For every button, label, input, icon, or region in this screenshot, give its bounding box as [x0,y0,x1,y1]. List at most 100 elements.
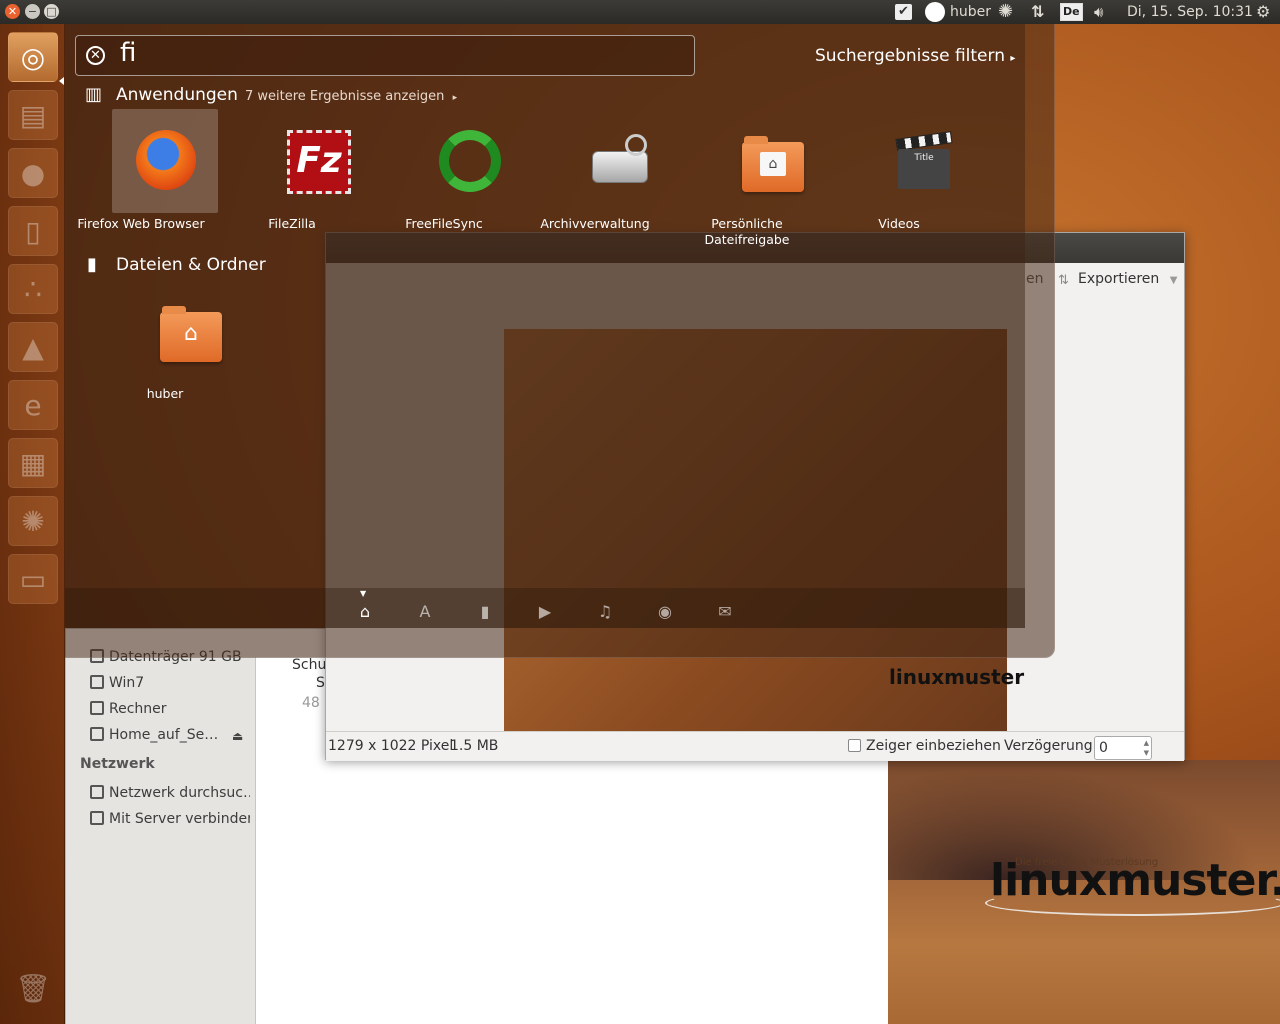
user-avatar-icon[interactable] [925,2,945,22]
launcher-shutter[interactable]: ✺ [8,496,58,546]
videos-icon: Title [895,131,953,189]
launcher-trash[interactable]: 🗑︎ [8,964,58,1014]
update-indicator-icon[interactable]: ✺ [998,0,1013,24]
music-lens-icon[interactable]: ♫ [595,602,615,622]
file-cabinet-icon: ▤ [19,99,47,132]
launcher-app-grid[interactable]: ∴ [8,264,58,314]
firefox-icon: ● [20,157,46,190]
launcher-writer[interactable]: ▦ [8,438,58,488]
sidebar-item-home-share[interactable]: Home_auf_Se… [90,727,225,743]
photo-lens-icon[interactable]: ◉ [655,602,675,622]
filezilla-icon: Fz [287,130,351,194]
social-lens-icon[interactable]: ✉ [715,602,735,622]
app-label: Videos [878,216,920,231]
image-filesize: 1.5 MB [450,738,499,754]
drive-icon [90,701,104,715]
search-input[interactable] [120,38,520,68]
app-label: Persönliche Dateifreigabe [704,216,790,247]
ubuntu-logo-icon: ◎ [20,41,46,74]
checkbox-indicator-icon[interactable]: ✔ [895,4,912,20]
app-label: Archivverwaltung [540,216,650,231]
video-lens-icon[interactable]: ▶ [535,602,555,622]
sidebar-item-connect-server[interactable]: Mit Server verbinden [90,811,250,827]
volume-icon[interactable]: 🔊︎ [1094,0,1103,24]
sidebar-item-computer[interactable]: Rechner [90,701,250,717]
writer-icon: ▦ [19,447,47,480]
freefilesync-icon [439,130,501,192]
more-results-link[interactable]: 7 weitere Ergebnisse anzeigen ▸ [245,89,457,104]
home-lens-icon[interactable]: ⌂ [355,602,375,622]
launcher-eclipse[interactable]: e [8,380,58,430]
sidebar-item-win7[interactable]: Win7 [90,675,250,691]
chevron-right-icon: ▸ [1010,53,1016,64]
search-box[interactable]: ✕ [75,35,695,76]
preview-logo: linuxmuster [889,665,1025,689]
dash-home-button[interactable]: ◎ [8,32,58,82]
network-icon [90,785,104,799]
close-window-button[interactable]: ✕ [5,4,20,19]
trash-icon: 🗑︎ [15,972,51,1005]
window-icon: ▭ [19,563,47,596]
delay-spinner[interactable]: 0 ▲ ▼ [1094,736,1152,760]
app-label: FileZilla [268,216,316,231]
chevron-down-icon: ▼ [1169,275,1178,286]
clear-search-icon[interactable]: ✕ [86,46,105,65]
server-icon [90,811,104,825]
minimize-window-button[interactable]: − [25,4,40,19]
network-indicator-icon[interactable]: ⇅ [1031,0,1044,24]
active-lens-indicator-icon: ▼ [360,589,367,598]
drive-icon [90,675,104,689]
launcher-window[interactable]: ▭ [8,554,58,604]
keyboard-layout-indicator[interactable]: De [1060,3,1083,21]
launcher-text-editor[interactable]: ▯ [8,206,58,256]
maximize-window-button[interactable]: □ [44,4,59,19]
file-sharing-icon: ⌂ [742,136,804,192]
file-label: Schu [292,657,327,673]
sidebar-item-browse-network[interactable]: Netzwerk durchsuc… [90,785,250,801]
spinner-arrows-icon[interactable]: ▲ ▼ [1144,738,1149,758]
applications-category-icon: ▥ [85,84,103,105]
top-panel: ✕ − □ ✔ huber ✺ ⇅ De 🔊︎ Di, 15. Sep. 10:… [0,0,1280,24]
archive-roller-icon [625,134,647,156]
home-folder-icon: ⌂ [160,306,222,362]
document-icon: ▯ [25,215,41,248]
firefox-icon [136,130,196,190]
files-lens-icon[interactable]: ▮ [475,602,495,622]
file-manager-sidebar: Datenträger 91 GB Win7 Rechner Home_auf_… [66,649,256,1024]
files-heading: Dateien & Ordner [116,255,266,275]
session-gear-icon[interactable]: ⚙ [1256,0,1270,24]
include-pointer-toggle[interactable]: Zeiger einbeziehen [848,738,1001,754]
export-icon: ⇅ [1058,273,1069,288]
aperture-icon: ✺ [21,505,45,538]
chevron-right-icon: ▸ [452,93,458,103]
dash-overlay: ✕ Suchergebnisse filtern ▸ ▥ Anwendungen… [65,24,1055,658]
wallpaper-logo: linuxmuster.n [990,855,1280,906]
file-label-2: S [316,675,325,691]
delay-label: Verzögerung: [1004,738,1098,754]
applications-heading: Anwendungen [116,85,238,105]
network-folder-icon [90,727,104,741]
launcher-files[interactable]: ▤ [8,90,58,140]
app-label: Firefox Web Browser [77,216,205,231]
filter-results-button[interactable]: Suchergebnisse filtern ▸ [815,46,1015,66]
eject-icon[interactable]: ⏏ [232,729,243,743]
files-category-icon: ▮ [87,254,97,275]
launcher-vlc[interactable]: ▲ [8,322,58,372]
lens-bar: ▼ ⌂ A ▮ ▶ ♫ ◉ ✉ [65,588,1025,628]
user-name[interactable]: huber [950,0,991,24]
file-label: huber [146,386,184,401]
cone-icon: ▲ [22,331,44,364]
app-label: FreeFileSync [405,216,483,231]
dots-icon: ∴ [24,273,42,306]
clock[interactable]: Di, 15. Sep. 10:31 [1127,0,1253,24]
dash-content: ✕ Suchergebnisse filtern ▸ ▥ Anwendungen… [65,24,1025,628]
include-pointer-checkbox[interactable] [848,739,861,752]
e-icon: e [24,389,42,422]
sidebar-heading-network: Netzwerk [80,756,155,772]
screenshot-statusbar: 1279 x 1022 Pixel 1.5 MB Zeiger einbezie… [326,731,1184,761]
export-button[interactable]: Exportieren ▼ [1078,271,1177,287]
applications-lens-icon[interactable]: A [415,602,435,622]
archive-manager-icon [592,151,648,183]
launcher: ◎ ▤ ● ▯ ∴ ▲ e ▦ ✺ ▭ 🗑︎ [0,24,65,1024]
launcher-firefox[interactable]: ● [8,148,58,198]
